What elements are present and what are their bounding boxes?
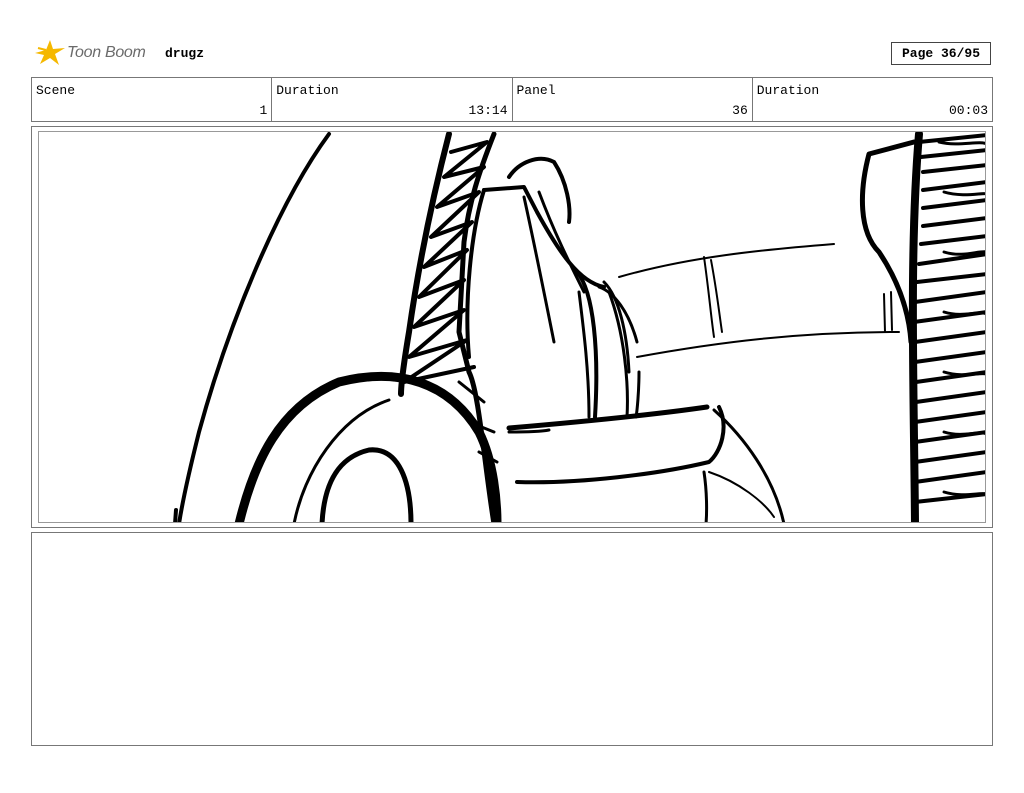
brand-name: Toon Boom: [67, 44, 146, 61]
panel-info-row: Scene 1 Duration 13:14 Panel 36 Duration…: [31, 77, 993, 122]
scene-value: 1: [259, 103, 268, 118]
project-title: drugz: [165, 46, 205, 61]
scene-duration-cell: Duration 13:14: [272, 78, 513, 121]
scene-duration-label: Duration: [276, 83, 339, 98]
panel-duration-value: 00:03: [948, 103, 988, 118]
panel-cell: Panel 36: [513, 78, 753, 121]
storyboard-frame: [31, 126, 993, 528]
panel-value: 36: [732, 103, 748, 118]
toon-boom-logo: Toon Boom: [33, 38, 158, 70]
panel-label: Panel: [516, 83, 556, 98]
panel-duration-cell: Duration 00:03: [753, 78, 992, 121]
page-indicator: Page 36/95: [891, 42, 991, 65]
scene-cell: Scene 1: [32, 78, 273, 121]
storyboard-panel: [38, 131, 986, 523]
scene-duration-value: 13:14: [468, 103, 508, 118]
panel-duration-label: Duration: [756, 83, 820, 98]
action-notes-box: [31, 532, 993, 746]
panel-sketch: [173, 132, 985, 522]
scene-label: Scene: [36, 83, 76, 98]
star-burst-icon: [35, 40, 65, 65]
